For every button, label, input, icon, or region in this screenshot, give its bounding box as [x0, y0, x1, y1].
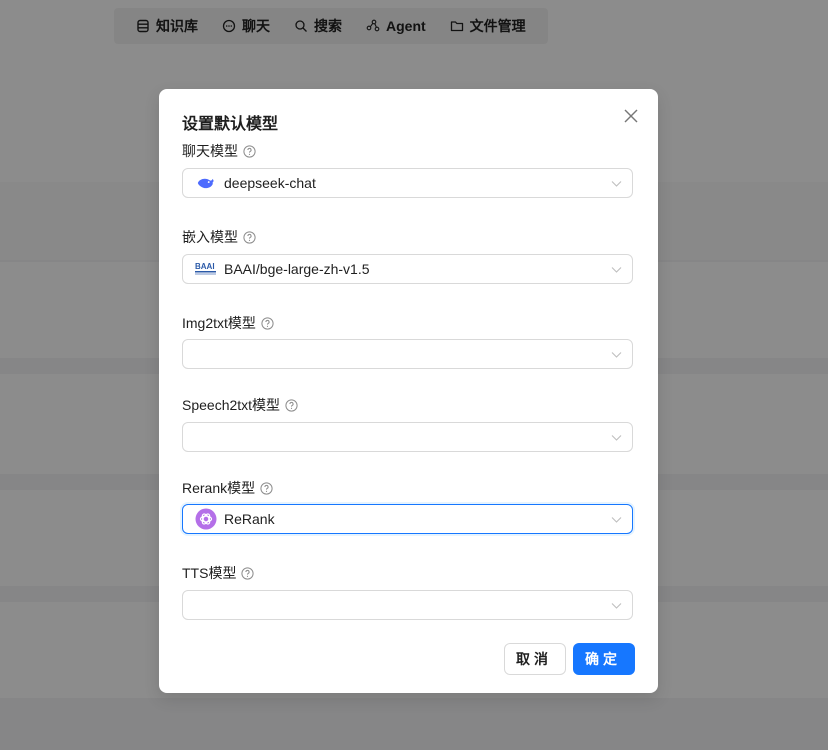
question-circle-icon [241, 566, 255, 580]
field-label-text: 嵌入模型 [182, 229, 238, 245]
dialog-title: 设置默认模型 [182, 116, 279, 133]
img2txt-model-label: Img2txt模型 [182, 313, 274, 333]
tts-model-label: TTS模型 [182, 563, 255, 583]
baai-logo: BAAI [195, 258, 217, 280]
question-circle-icon [261, 316, 274, 330]
chevron-down-icon [611, 435, 622, 441]
rerank-model-label: Rerank模型 [182, 478, 273, 498]
chevron-down-icon [611, 517, 622, 523]
openai-logo [195, 508, 217, 530]
selected-value: BAAI/bge-large-zh-v1.5 [224, 261, 370, 277]
svg-text:BAAI: BAAI [195, 262, 215, 271]
deepseek-whale-logo [195, 172, 217, 194]
cancel-button[interactable]: 取消 [504, 643, 566, 675]
speech2txt-model-label: Speech2txt模型 [182, 395, 298, 415]
field-label-text: Speech2txt模型 [182, 397, 281, 413]
field-label-text: Rerank模型 [182, 480, 256, 496]
chevron-down-icon [611, 267, 622, 273]
close-icon[interactable] [622, 107, 640, 125]
chevron-down-icon [611, 352, 622, 358]
chat-model-select[interactable]: deepseek-chat [182, 168, 633, 198]
field-label-text: 聊天模型 [182, 143, 238, 159]
field-label-text: Img2txt模型 [182, 315, 256, 331]
tts-model-select[interactable] [182, 590, 633, 620]
selected-value: deepseek-chat [224, 175, 316, 191]
speech2txt-model-select[interactable] [182, 422, 633, 452]
chat-model-label: 聊天模型 [182, 141, 256, 161]
embedding-model-select[interactable]: BAAI BAAI/bge-large-zh-v1.5 [182, 254, 633, 284]
selected-value: ReRank [224, 511, 275, 527]
confirm-button[interactable]: 确定 [573, 643, 635, 675]
chevron-down-icon [611, 181, 622, 187]
question-circle-icon [260, 481, 273, 495]
img2txt-model-select[interactable] [182, 339, 633, 369]
embedding-model-label: 嵌入模型 [182, 227, 256, 247]
field-label-text: TTS模型 [182, 565, 237, 581]
question-circle-icon [285, 398, 298, 412]
question-circle-icon [243, 230, 256, 244]
question-circle-icon [243, 144, 256, 158]
chevron-down-icon [611, 603, 622, 609]
rerank-model-select[interactable]: ReRank [182, 504, 633, 534]
set-default-models-dialog: 设置默认模型 聊天模型 deepseek-chat 嵌入模型 BAAI BAAI… [159, 89, 658, 693]
